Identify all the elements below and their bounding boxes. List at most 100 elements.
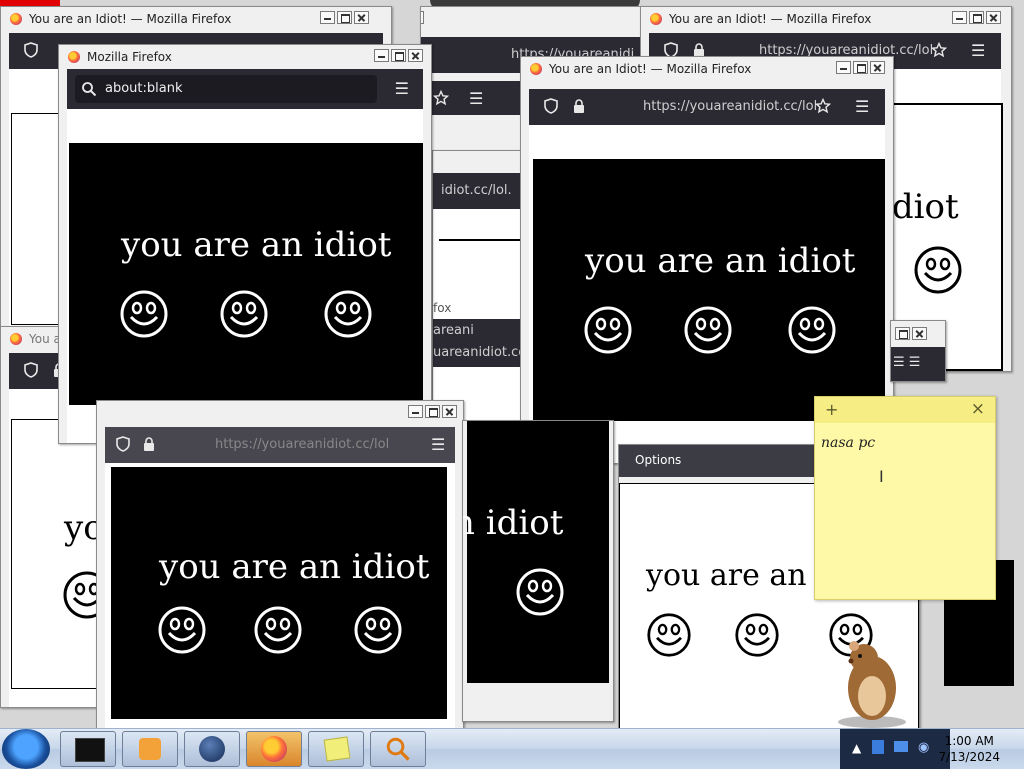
nav-bar: areani uareanidiot.cc [433, 319, 533, 367]
smiley-face-icon [157, 605, 207, 655]
window-title: You are an Idiot! — Mozilla Firefox [669, 12, 872, 26]
title-bar[interactable]: Mozilla Firefox [59, 45, 431, 69]
sticky-notes-taskbar-button[interactable] [308, 731, 364, 767]
window-title: You are an Idiot! — Mozilla Firefox [29, 12, 232, 26]
bookmark-star-icon[interactable] [931, 42, 947, 58]
maximize-button[interactable] [853, 61, 868, 74]
firefox-window-small-right[interactable]: ☰ ☰ [890, 320, 946, 382]
smiley-face-icon [515, 567, 565, 617]
globe-taskbar-button[interactable] [184, 731, 240, 767]
hamburger-menu-icon[interactable]: ☰ [971, 41, 985, 60]
bookmark-star-icon[interactable] [815, 98, 831, 114]
hamburger-menu-icon[interactable]: ☰ [469, 89, 483, 108]
monitor-icon[interactable] [894, 741, 908, 752]
close-button[interactable] [912, 327, 927, 340]
url-text[interactable]: areani [433, 323, 474, 338]
page-content: you are an idiot [105, 463, 455, 728]
caption-buttons [421, 11, 424, 24]
hamburger-menu-icon[interactable]: ☰ ☰ [893, 355, 920, 370]
url-text[interactable]: about:blank [105, 81, 183, 96]
caption-buttons [895, 327, 927, 340]
firefox-icon [68, 51, 80, 63]
maximize-button[interactable] [969, 11, 984, 24]
nav-bar: ☰ ☰ [891, 347, 945, 381]
sticky-notes-icon [323, 736, 351, 762]
terminal-icon [75, 738, 105, 762]
idiot-panel: you are an idiot [533, 159, 885, 421]
title-bar[interactable] [421, 7, 641, 70]
smiley-face-icon [683, 305, 733, 355]
bookmark-star-icon[interactable] [433, 90, 449, 106]
shield-icon[interactable] [23, 362, 39, 378]
firefox-window-center-back[interactable]: idiot.cc/lol. fox areani uareanidiot.cc [432, 150, 534, 422]
hamburger-menu-icon[interactable]: ☰ [855, 97, 869, 116]
nav-bar: idiot.cc/lol. [433, 173, 533, 209]
window-title: fox [433, 301, 452, 315]
title-bar[interactable]: You are an Idiot! — Mozilla Firefox [641, 7, 1011, 31]
close-button[interactable] [421, 11, 424, 24]
hamburger-menu-icon[interactable]: ☰ [395, 79, 409, 98]
shield-icon[interactable] [23, 42, 39, 58]
minimize-button[interactable] [952, 11, 967, 24]
maximize-button[interactable] [425, 405, 440, 418]
smiley-face-icon [646, 612, 692, 658]
url-text[interactable]: uareanidiot.cc [433, 345, 525, 360]
url-text[interactable]: https://youareanidiot.cc/lol [215, 437, 389, 452]
hamburger-menu-icon[interactable]: ☰ [431, 435, 445, 454]
media-player-icon [139, 738, 161, 760]
search-taskbar-button[interactable] [370, 731, 426, 767]
close-button[interactable] [870, 61, 885, 74]
title-bar[interactable]: You are an Idiot! — Mozilla Firefox [1, 7, 391, 31]
title-bar[interactable]: You are an Idiot! — Mozilla Firefox [521, 57, 893, 81]
maximize-button[interactable] [895, 327, 910, 340]
nav-bar: https://youareanidiot.cc/lol ☰ [105, 427, 455, 463]
flag-icon[interactable]: ▲ [852, 741, 861, 755]
shield-icon[interactable] [543, 98, 559, 114]
firefox-icon [530, 63, 542, 75]
firefox-window-bottom-center[interactable]: n idiot [462, 420, 614, 722]
close-button[interactable] [354, 11, 369, 24]
maximize-button[interactable] [337, 11, 352, 24]
firefox-window-bottom-left[interactable]: https://youareanidiot.cc/lol ☰ you are a… [96, 400, 464, 728]
minimize-button[interactable] [374, 49, 389, 62]
smiley-face-icon [119, 289, 169, 339]
smiley-face-icon [734, 612, 780, 658]
taskbar: ▲ ◉ 1:00 AM 7/13/2024 [0, 728, 1024, 769]
page-content [433, 209, 533, 421]
network-icon[interactable] [872, 740, 884, 754]
firefox-taskbar-button[interactable] [246, 731, 302, 767]
url-text[interactable]: idiot.cc/lol. [441, 183, 512, 198]
start-orb-button[interactable] [2, 729, 50, 769]
close-button[interactable] [986, 11, 1001, 24]
media-player-taskbar-button[interactable] [122, 731, 178, 767]
shield-icon[interactable] [115, 436, 131, 452]
window-title: Mozilla Firefox [87, 50, 172, 64]
clock[interactable]: 1:00 AM 7/13/2024 [938, 733, 1000, 765]
firefox-icon [10, 13, 22, 25]
minimize-button[interactable] [320, 11, 335, 24]
firefox-icon [10, 333, 22, 345]
idiot-message: you are an idiot [585, 241, 856, 281]
close-button[interactable] [408, 49, 423, 62]
hamster-desktop-pet[interactable] [820, 630, 910, 728]
smiley-face-icon [787, 305, 837, 355]
firefox-icon [261, 736, 287, 762]
maximize-button[interactable] [391, 49, 406, 62]
smiley-face-icon [583, 305, 633, 355]
options-menu-button[interactable]: Options [635, 453, 681, 467]
terminal-taskbar-button[interactable] [60, 731, 116, 767]
nav-bar: about:blank ☰ [67, 69, 423, 109]
volume-icon[interactable]: ◉ [918, 740, 929, 755]
close-button[interactable] [442, 405, 457, 418]
sticky-note-text[interactable]: nasa pc [821, 435, 875, 451]
minimize-button[interactable] [408, 405, 423, 418]
add-note-button[interactable]: + [825, 400, 838, 419]
minimize-button[interactable] [836, 61, 851, 74]
url-text[interactable]: https://youareanidiot.cc/lol. [643, 99, 821, 114]
caption-buttons [408, 405, 457, 418]
firefox-window-about-blank[interactable]: Mozilla Firefox about:blank ☰ you are an… [58, 44, 432, 444]
caption-buttons [374, 49, 423, 62]
sticky-note[interactable]: + × nasa pc I [814, 396, 996, 600]
address-bar[interactable]: about:blank [75, 75, 377, 103]
close-note-button[interactable]: × [971, 399, 985, 419]
